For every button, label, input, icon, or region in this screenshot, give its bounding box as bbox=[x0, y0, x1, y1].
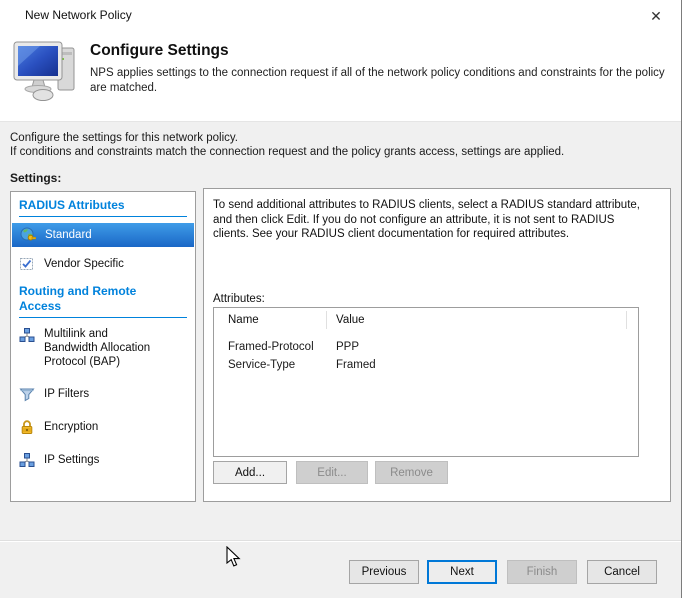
new-network-policy-dialog: New Network Policy ✕ bbox=[0, 0, 682, 598]
globe-key-icon bbox=[20, 227, 36, 243]
computer-icon bbox=[12, 40, 80, 102]
previous-button[interactable]: Previous bbox=[349, 560, 419, 584]
column-divider bbox=[326, 311, 327, 329]
close-button[interactable]: ✕ bbox=[644, 4, 668, 28]
finish-button[interactable]: Finish bbox=[507, 560, 577, 584]
sidebar-item-label: Multilink and Bandwidth Allocation Proto… bbox=[44, 327, 162, 369]
wizard-footer bbox=[0, 541, 681, 598]
title-bar: New Network Policy ✕ bbox=[0, 0, 681, 32]
network-icon bbox=[19, 452, 35, 468]
column-divider bbox=[626, 311, 627, 329]
column-header-value[interactable]: Value bbox=[336, 314, 365, 326]
attributes-label: Attributes: bbox=[213, 293, 265, 305]
standard-attributes-panel: To send additional attributes to RADIUS … bbox=[203, 188, 671, 502]
wizard-header: Configure Settings NPS applies settings … bbox=[0, 32, 681, 121]
next-button[interactable]: Next bbox=[427, 560, 497, 584]
sidebar-item-label: IP Settings bbox=[44, 454, 99, 466]
add-button[interactable]: Add... bbox=[213, 461, 287, 484]
edit-button[interactable]: Edit... bbox=[296, 461, 368, 484]
panel-instructions: To send additional attributes to RADIUS … bbox=[213, 198, 645, 242]
network-icon bbox=[19, 327, 35, 343]
sidebar-item-label: Vendor Specific bbox=[44, 258, 124, 270]
page-title: Configure Settings bbox=[90, 42, 229, 60]
filter-icon bbox=[19, 386, 35, 402]
sidebar-item-label: IP Filters bbox=[44, 388, 89, 400]
sidebar-item-vendor-specific[interactable]: Vendor Specific bbox=[11, 253, 195, 275]
intro-line1: Configure the settings for this network … bbox=[10, 132, 238, 144]
sidebar-heading-routing-remote-access: Routing and Remote Access bbox=[19, 284, 187, 318]
lock-icon bbox=[19, 419, 35, 435]
sidebar-item-encryption[interactable]: Encryption bbox=[11, 416, 195, 438]
table-row-name[interactable]: Service-Type bbox=[228, 359, 295, 371]
sidebar-item-label: Standard bbox=[45, 229, 92, 241]
table-row-value[interactable]: Framed bbox=[336, 359, 376, 371]
intro-line2: If conditions and constraints match the … bbox=[10, 146, 564, 158]
sidebar-item-ip-filters[interactable]: IP Filters bbox=[11, 383, 195, 405]
column-header-name[interactable]: Name bbox=[228, 314, 259, 326]
sidebar-item-multilink-bap[interactable]: Multilink and Bandwidth Allocation Proto… bbox=[11, 324, 195, 372]
checkbox-icon bbox=[19, 256, 35, 272]
sidebar-item-standard[interactable]: Standard bbox=[12, 223, 194, 247]
table-row-name[interactable]: Framed-Protocol bbox=[228, 341, 314, 353]
close-icon: ✕ bbox=[650, 8, 662, 25]
sidebar-heading-radius-attributes: RADIUS Attributes bbox=[19, 198, 187, 217]
table-row-value[interactable]: PPP bbox=[336, 341, 359, 353]
page-description: NPS applies settings to the connection r… bbox=[90, 66, 682, 96]
attributes-table[interactable]: Name Value Framed-Protocol PPP Service-T… bbox=[213, 307, 639, 457]
settings-label: Settings: bbox=[10, 171, 61, 185]
sidebar-item-ip-settings[interactable]: IP Settings bbox=[11, 449, 195, 471]
window-title: New Network Policy bbox=[25, 8, 132, 22]
remove-button[interactable]: Remove bbox=[375, 461, 448, 484]
cancel-button[interactable]: Cancel bbox=[587, 560, 657, 584]
settings-sidebar: RADIUS Attributes Standard bbox=[10, 191, 196, 502]
sidebar-item-label: Encryption bbox=[44, 421, 98, 433]
wizard-body: Configure the settings for this network … bbox=[0, 121, 681, 541]
